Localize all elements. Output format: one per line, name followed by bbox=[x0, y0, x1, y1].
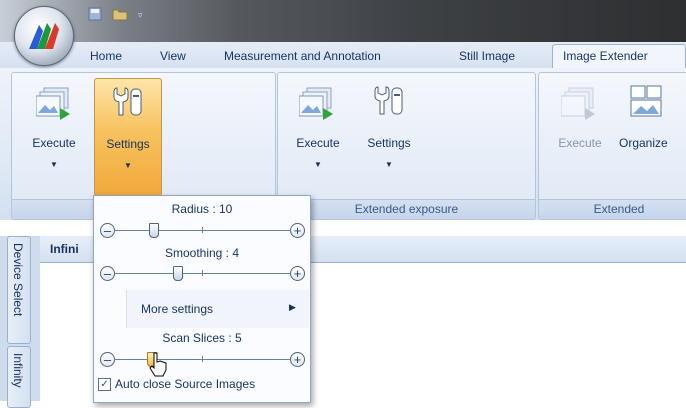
side-tab-label: Device Select bbox=[11, 243, 25, 317]
submenu-arrow-icon: ▶ bbox=[289, 302, 296, 312]
wrench-settings-icon bbox=[113, 87, 142, 116]
settings-button-2[interactable]: Settings ▼ bbox=[356, 78, 422, 194]
tab-home[interactable]: Home bbox=[90, 49, 122, 63]
side-tab-infinity[interactable]: Infinity bbox=[7, 346, 31, 408]
image-stack-execute-icon bbox=[561, 87, 595, 120]
more-settings-menu-item[interactable]: More settings ▶ bbox=[126, 290, 309, 328]
slider-tick bbox=[202, 270, 203, 276]
slider-tick bbox=[202, 356, 203, 362]
tab-image-extender[interactable]: Image Extender bbox=[563, 49, 648, 63]
execute-label: Execute bbox=[32, 136, 76, 150]
execute-button-3-disabled: Execute bbox=[546, 78, 614, 194]
document-tab-infinity[interactable]: Infini bbox=[50, 242, 79, 256]
radius-slider-thumb[interactable] bbox=[149, 223, 159, 238]
side-tab-device-select[interactable]: Device Select bbox=[7, 236, 31, 344]
settings-label: Settings bbox=[367, 136, 411, 150]
group-label: Extended exposure bbox=[278, 199, 535, 219]
execute-label: Execute bbox=[558, 136, 602, 150]
application-menu-button[interactable] bbox=[14, 6, 74, 66]
smoothing-slider-thumb[interactable] bbox=[173, 266, 183, 281]
radius-label: Radius : 10 bbox=[171, 202, 233, 216]
settings-button-1-pressed[interactable]: Settings ▼ bbox=[94, 78, 162, 196]
settings-dropdown-panel: Radius : 10 – + Smoothing : 4 – + More s… bbox=[93, 195, 311, 403]
tab-view[interactable]: View bbox=[160, 49, 186, 63]
image-stack-execute-icon bbox=[36, 87, 70, 120]
execute-button-1[interactable]: Execute ▼ bbox=[18, 78, 90, 194]
dropdown-arrow-icon: ▼ bbox=[124, 161, 132, 170]
mouse-pointer-hand-icon bbox=[149, 352, 167, 377]
execute-button-2[interactable]: Execute ▼ bbox=[284, 78, 352, 194]
smoothing-label: Smoothing : 4 bbox=[164, 246, 240, 260]
settings-label: Settings bbox=[106, 137, 150, 151]
wrench-settings-icon bbox=[374, 86, 403, 115]
scan-slices-label: Scan Slices : 5 bbox=[162, 331, 242, 345]
quick-access-toolbar: ▿ bbox=[88, 7, 143, 24]
radius-increase-button[interactable]: + bbox=[290, 223, 305, 238]
tab-measurement-and-annotation[interactable]: Measurement and Annotation bbox=[224, 49, 381, 63]
scan-slices-decrease-button[interactable]: – bbox=[100, 352, 115, 367]
organize-label: Organize bbox=[619, 136, 668, 150]
smoothing-decrease-button[interactable]: – bbox=[100, 266, 115, 281]
more-settings-label: More settings bbox=[141, 302, 214, 316]
organize-images-icon bbox=[630, 85, 662, 117]
side-tab-label: Infinity bbox=[11, 353, 25, 388]
save-icon[interactable] bbox=[88, 7, 102, 24]
execute-label: Execute bbox=[296, 136, 340, 150]
dropdown-arrow-icon: ▼ bbox=[385, 160, 393, 169]
open-folder-icon[interactable] bbox=[112, 7, 128, 24]
slider-tick bbox=[202, 227, 203, 233]
smoothing-increase-button[interactable]: + bbox=[290, 266, 305, 281]
auto-close-source-images-checkbox-row[interactable]: ✓ Auto close Source Images bbox=[98, 377, 255, 391]
dropdown-arrow-icon: ▼ bbox=[314, 160, 322, 169]
radius-decrease-button[interactable]: – bbox=[100, 223, 115, 238]
tab-still-image[interactable]: Still Image bbox=[459, 49, 515, 63]
dropdown-arrow-icon: ▼ bbox=[50, 160, 58, 169]
auto-close-label: Auto close Source Images bbox=[115, 377, 256, 391]
customize-qat-icon[interactable]: ▿ bbox=[138, 10, 143, 21]
scan-slices-increase-button[interactable]: + bbox=[290, 352, 305, 367]
image-stack-execute-icon bbox=[299, 87, 333, 120]
app-logo-icon bbox=[29, 23, 59, 49]
group-label: Extended bbox=[539, 199, 686, 219]
organize-button[interactable]: Organize bbox=[617, 78, 686, 194]
auto-close-checkbox[interactable]: ✓ bbox=[98, 377, 111, 391]
